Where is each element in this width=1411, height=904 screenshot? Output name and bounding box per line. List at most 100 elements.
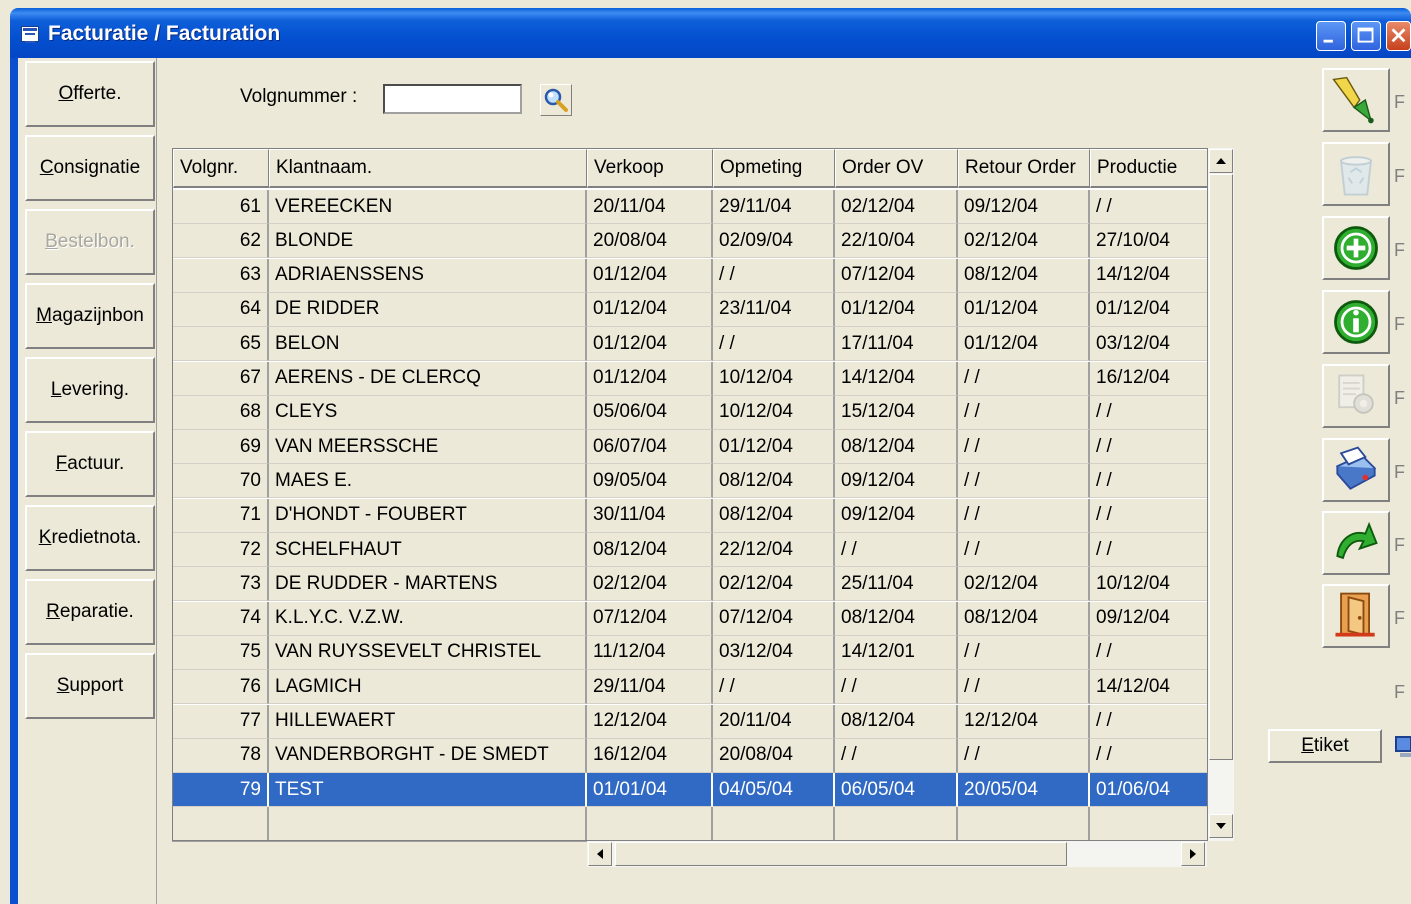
cell-volgnr[interactable]: 71 [173, 498, 269, 533]
table-row[interactable]: 62 BLONDE 20/08/04 02/09/04 22/10/04 02/12/04… [173, 224, 1207, 259]
cell-retour-order[interactable]: / / [958, 635, 1090, 670]
cell-order-ov[interactable]: / / [835, 533, 958, 567]
cell-klantnaam[interactable]: AERENS - DE CLERCQ [269, 361, 587, 396]
cell-productie[interactable]: / / [1090, 190, 1207, 224]
pen-button[interactable] [1322, 68, 1390, 132]
cell-productie[interactable]: 10/12/04 [1090, 567, 1207, 602]
cell-volgnr[interactable]: 78 [173, 738, 269, 773]
vertical-scroll-thumb[interactable] [1209, 174, 1233, 760]
cell-productie[interactable]: / / [1090, 636, 1207, 670]
cell-opmeting[interactable]: 01/12/04 [713, 430, 835, 465]
cell-opmeting[interactable]: 08/12/04 [713, 464, 835, 499]
cell-klantnaam[interactable]: VANDERBORGHT - DE SMEDT [269, 738, 587, 773]
cell-retour-order[interactable]: / / [958, 498, 1090, 533]
cell-volgnr[interactable]: 70 [173, 464, 269, 499]
cell-volgnr[interactable]: 65 [173, 327, 269, 362]
vertical-scrollbar[interactable] [1208, 148, 1234, 841]
table-row[interactable]: 75 VAN RUYSSEVELT CHRISTEL 11/12/04 03/12/0… [173, 635, 1207, 670]
cell-retour-order[interactable]: 09/12/04 [958, 190, 1090, 224]
cell-volgnr[interactable]: 68 [173, 395, 269, 430]
cell-order-ov[interactable]: 07/12/04 [835, 258, 958, 293]
cell-productie[interactable]: 09/12/04 [1090, 602, 1207, 636]
cell-order-ov[interactable]: 08/12/04 [835, 601, 958, 636]
cell-productie[interactable]: / / [1090, 533, 1207, 567]
nav-button-reparatie[interactable]: Reparatie. [25, 579, 155, 645]
cell-volgnr[interactable]: 75 [173, 635, 269, 670]
cell-klantnaam[interactable]: K.L.Y.C. V.Z.W. [269, 601, 587, 636]
cell-volgnr[interactable]: 63 [173, 258, 269, 293]
cell-verkoop[interactable]: 01/12/04 [587, 361, 713, 396]
cell-opmeting[interactable]: 20/11/04 [713, 704, 835, 739]
table-row[interactable]: 74 K.L.Y.C. V.Z.W. 07/12/04 07/12/04 08/12/0… [173, 601, 1207, 636]
table-row[interactable]: 70 MAES E. 09/05/04 08/12/04 09/12/04 / / / … [173, 464, 1207, 499]
scroll-left-button[interactable] [588, 842, 612, 866]
cell-retour-order[interactable]: 02/12/04 [958, 224, 1090, 259]
cell-verkoop[interactable]: 07/12/04 [587, 601, 713, 636]
cell-klantnaam[interactable]: DE RIDDER [269, 292, 587, 327]
cell-verkoop[interactable]: 01/01/04 [587, 773, 713, 808]
search-input[interactable] [383, 84, 522, 114]
cell-opmeting[interactable]: / / [713, 258, 835, 293]
cell-klantnaam[interactable]: SCHELFHAUT [269, 533, 587, 567]
scroll-up-button[interactable] [1209, 149, 1233, 173]
column-header-klantnaam[interactable]: Klantnaam. [269, 149, 587, 188]
cell-verkoop[interactable]: 01/12/04 [587, 292, 713, 327]
horizontal-scroll-thumb[interactable] [615, 842, 1067, 866]
cell-retour-order[interactable]: 12/12/04 [958, 704, 1090, 739]
nav-button-kredietnota[interactable]: Kredietnota. [25, 505, 155, 571]
cell-verkoop[interactable]: 16/12/04 [587, 738, 713, 773]
etiket-button[interactable]: Etiket [1268, 729, 1382, 763]
cell-klantnaam[interactable]: BELON [269, 327, 587, 362]
cell-order-ov[interactable]: 14/12/01 [835, 635, 958, 670]
cell-opmeting[interactable]: 07/12/04 [713, 601, 835, 636]
cell-verkoop[interactable]: 20/08/04 [587, 224, 713, 259]
cell-opmeting[interactable]: 02/12/04 [713, 567, 835, 602]
cell-productie[interactable]: 14/12/04 [1090, 259, 1207, 293]
cell-productie[interactable]: 14/12/04 [1090, 670, 1207, 705]
cell-volgnr[interactable]: 79 [173, 773, 269, 808]
cell-verkoop[interactable]: 29/11/04 [587, 670, 713, 705]
cell-verkoop[interactable]: 11/12/04 [587, 635, 713, 670]
cell-order-ov[interactable]: / / [835, 670, 958, 705]
cell-productie[interactable]: 16/12/04 [1090, 362, 1207, 396]
cell-verkoop[interactable]: 09/05/04 [587, 464, 713, 499]
cell-productie[interactable]: / / [1090, 430, 1207, 465]
cell-order-ov[interactable]: 09/12/04 [835, 498, 958, 533]
cell-volgnr[interactable]: 69 [173, 430, 269, 465]
cell-order-ov[interactable]: 14/12/04 [835, 361, 958, 396]
cell-verkoop[interactable]: 06/07/04 [587, 430, 713, 465]
minimize-button[interactable] [1316, 21, 1346, 51]
table-row[interactable]: 69 VAN MEERSSCHE 06/07/04 01/12/04 08/12/04 … [173, 430, 1207, 465]
cell-retour-order[interactable]: / / [958, 361, 1090, 396]
cell-order-ov[interactable]: 25/11/04 [835, 567, 958, 602]
table-row[interactable]: 65 BELON 01/12/04 / /17/11/04 01/12/04 03/12… [173, 327, 1207, 362]
printer-button[interactable] [1322, 438, 1390, 502]
cell-empty[interactable] [958, 807, 1090, 840]
cell-klantnaam[interactable]: DE RUDDER - MARTENS [269, 567, 587, 602]
cell-productie[interactable]: 03/12/04 [1090, 327, 1207, 362]
cell-opmeting[interactable]: 20/08/04 [713, 738, 835, 773]
scroll-right-button[interactable] [1181, 842, 1205, 866]
cell-verkoop[interactable]: 01/12/04 [587, 258, 713, 293]
table-row[interactable]: 76 LAGMICH 29/11/04 / / / / / /14/12/04 [173, 670, 1207, 705]
grid-body[interactable]: Volgnr. Klantnaam. Verkoop Opmeting Order OV… [172, 148, 1208, 841]
cell-order-ov[interactable]: 02/12/04 [835, 190, 958, 224]
column-header-opmeting[interactable]: Opmeting [713, 149, 835, 188]
table-row[interactable]: 61 VEREECKEN 20/11/04 29/11/04 02/12/04 09/12… [173, 190, 1207, 224]
table-row[interactable]: 63 ADRIAENSSENS 01/12/04 / /07/12/04 08/12/… [173, 258, 1207, 293]
cell-retour-order[interactable]: / / [958, 395, 1090, 430]
cell-volgnr[interactable]: 76 [173, 670, 269, 705]
cell-retour-order[interactable]: / / [958, 670, 1090, 705]
cell-retour-order[interactable]: 01/12/04 [958, 327, 1090, 362]
cell-opmeting[interactable]: 08/12/04 [713, 498, 835, 533]
maximize-button[interactable] [1351, 21, 1381, 51]
cell-verkoop[interactable]: 08/12/04 [587, 533, 713, 567]
cell-retour-order[interactable]: 01/12/04 [958, 292, 1090, 327]
horizontal-scrollbar[interactable] [587, 841, 1207, 867]
cell-productie[interactable]: / / [1090, 464, 1207, 499]
cell-order-ov[interactable]: 15/12/04 [835, 395, 958, 430]
search-button[interactable] [540, 84, 572, 116]
cell-opmeting[interactable]: 22/12/04 [713, 533, 835, 567]
cell-order-ov[interactable]: 17/11/04 [835, 327, 958, 362]
cell-klantnaam[interactable]: ADRIAENSSENS [269, 258, 587, 293]
